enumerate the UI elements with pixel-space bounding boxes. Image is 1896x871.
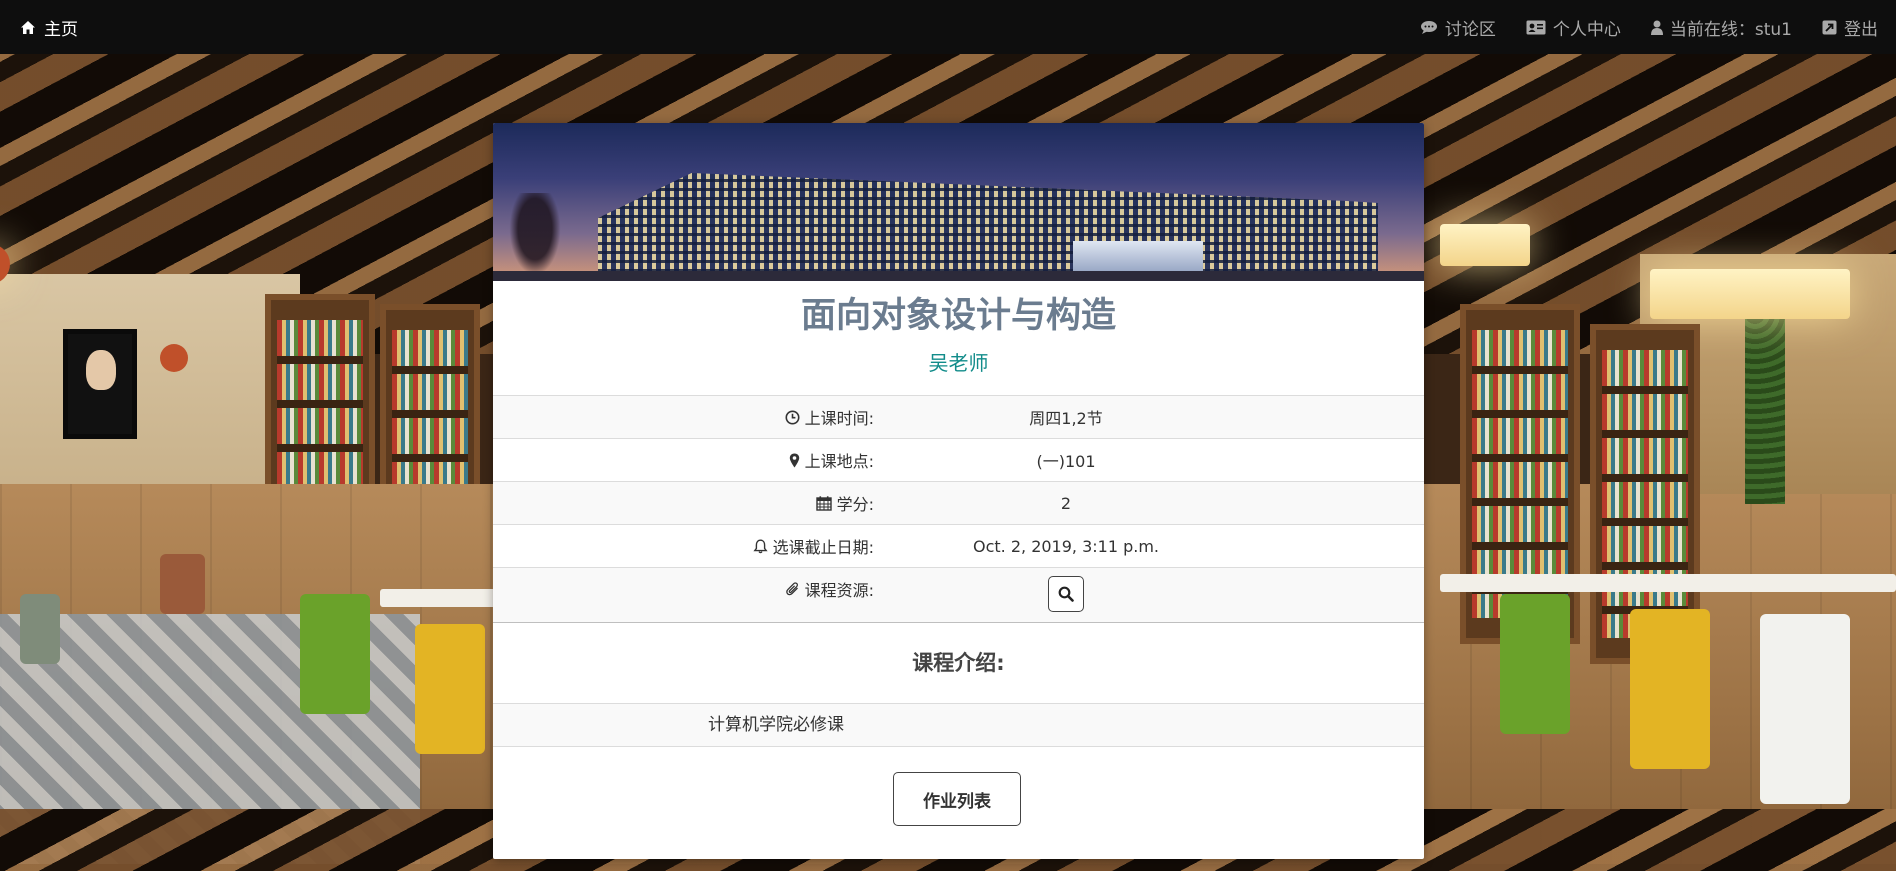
- top-navbar: 主页 讨论区 个人中心 当前在线：stu1 登出: [0, 0, 1896, 54]
- course-info-table: 上课时间: 周四1,2节 上课地点: (一)101 学分: 2 选课截止日期: …: [493, 395, 1424, 623]
- yellow-chair: [415, 624, 485, 754]
- green-chair: [300, 594, 370, 714]
- left-wall: [0, 274, 300, 494]
- info-row-credit: 学分: 2: [493, 482, 1424, 525]
- white-chair: [1760, 614, 1850, 804]
- intro-text: 计算机学院必修课: [493, 704, 1424, 747]
- ceiling-lamp: [1440, 224, 1530, 266]
- credit-label: 学分:: [836, 495, 874, 514]
- green-chair: [1500, 594, 1570, 734]
- clock-icon: [785, 410, 800, 425]
- id-card-icon: [1526, 20, 1546, 35]
- home-link[interactable]: 主页: [20, 0, 78, 54]
- profile-label: 个人中心: [1552, 19, 1621, 40]
- comment-icon: [1420, 20, 1438, 35]
- banner-ground: [493, 271, 1424, 281]
- banner-building-floors: [598, 173, 1378, 273]
- wall-portrait: [63, 329, 137, 439]
- info-label: 学分:: [815, 482, 874, 524]
- online-user: 当前在线：stu1: [1650, 15, 1792, 40]
- calendar-icon: [815, 495, 832, 511]
- home-label: 主页: [44, 19, 78, 40]
- banner-tree: [505, 193, 565, 281]
- credit-value: 2: [1060, 493, 1072, 513]
- logout-link[interactable]: 登出: [1822, 15, 1878, 40]
- course-title: 面向对象设计与构造: [800, 296, 1116, 336]
- search-icon: [1058, 586, 1074, 602]
- home-icon: [20, 20, 36, 35]
- profile-link[interactable]: 个人中心: [1526, 15, 1621, 40]
- banner-atrium: [1073, 241, 1203, 271]
- ceiling-lamp: [1650, 269, 1850, 319]
- info-label: 上课地点:: [789, 439, 874, 481]
- info-row-time: 上课时间: 周四1,2节: [493, 396, 1424, 439]
- online-label: 当前在线：stu1: [1669, 19, 1792, 40]
- map-marker-icon: [789, 453, 800, 468]
- campus-banner-image: [493, 123, 1424, 281]
- table: [1440, 574, 1896, 592]
- logout-label: 登出: [1844, 19, 1878, 40]
- info-label: 课程资源:: [785, 568, 874, 610]
- yellow-chair: [1630, 609, 1710, 769]
- info-row-deadline: 选课截止日期: Oct. 2, 2019, 3:11 p.m.: [493, 525, 1424, 568]
- info-row-resources: 课程资源:: [493, 568, 1424, 623]
- time-label: 上课时间:: [804, 409, 874, 428]
- nav-right-group: 讨论区 个人中心 当前在线：stu1 登出: [1420, 0, 1878, 54]
- forum-label: 讨论区: [1444, 19, 1496, 40]
- plant-wall: [1745, 304, 1785, 504]
- chair: [20, 594, 60, 664]
- course-teacher: 吴老师: [928, 351, 989, 375]
- resources-label: 课程资源:: [804, 581, 874, 600]
- logout-icon: [1822, 20, 1837, 35]
- info-row-location: 上课地点: (一)101: [493, 439, 1424, 482]
- homework-button-area: 作业列表: [493, 747, 1424, 852]
- info-label: 上课时间:: [785, 396, 874, 438]
- chair: [160, 554, 205, 614]
- course-card: 面向对象设计与构造 吴老师 上课时间: 周四1,2节 上课地点: (一)101: [493, 123, 1424, 859]
- forum-link[interactable]: 讨论区: [1420, 15, 1496, 40]
- time-value: 周四1,2节: [1029, 409, 1103, 428]
- bookshelf: [1460, 304, 1580, 644]
- pendant-lamp: [160, 344, 188, 372]
- info-label: 选课截止日期:: [753, 525, 874, 567]
- deadline-value: Oct. 2, 2019, 3:11 p.m.: [973, 536, 1160, 556]
- location-value: (一)101: [1036, 452, 1096, 471]
- location-label: 上课地点:: [804, 452, 874, 471]
- homework-list-button[interactable]: 作业列表: [893, 772, 1021, 826]
- table: [380, 589, 510, 607]
- resources-search-button[interactable]: [1048, 576, 1084, 612]
- deadline-label: 选课截止日期:: [772, 538, 874, 557]
- intro-heading: 课程介绍:: [493, 623, 1424, 704]
- user-icon: [1650, 20, 1663, 35]
- paperclip-icon: [785, 581, 800, 597]
- bell-icon: [753, 538, 768, 554]
